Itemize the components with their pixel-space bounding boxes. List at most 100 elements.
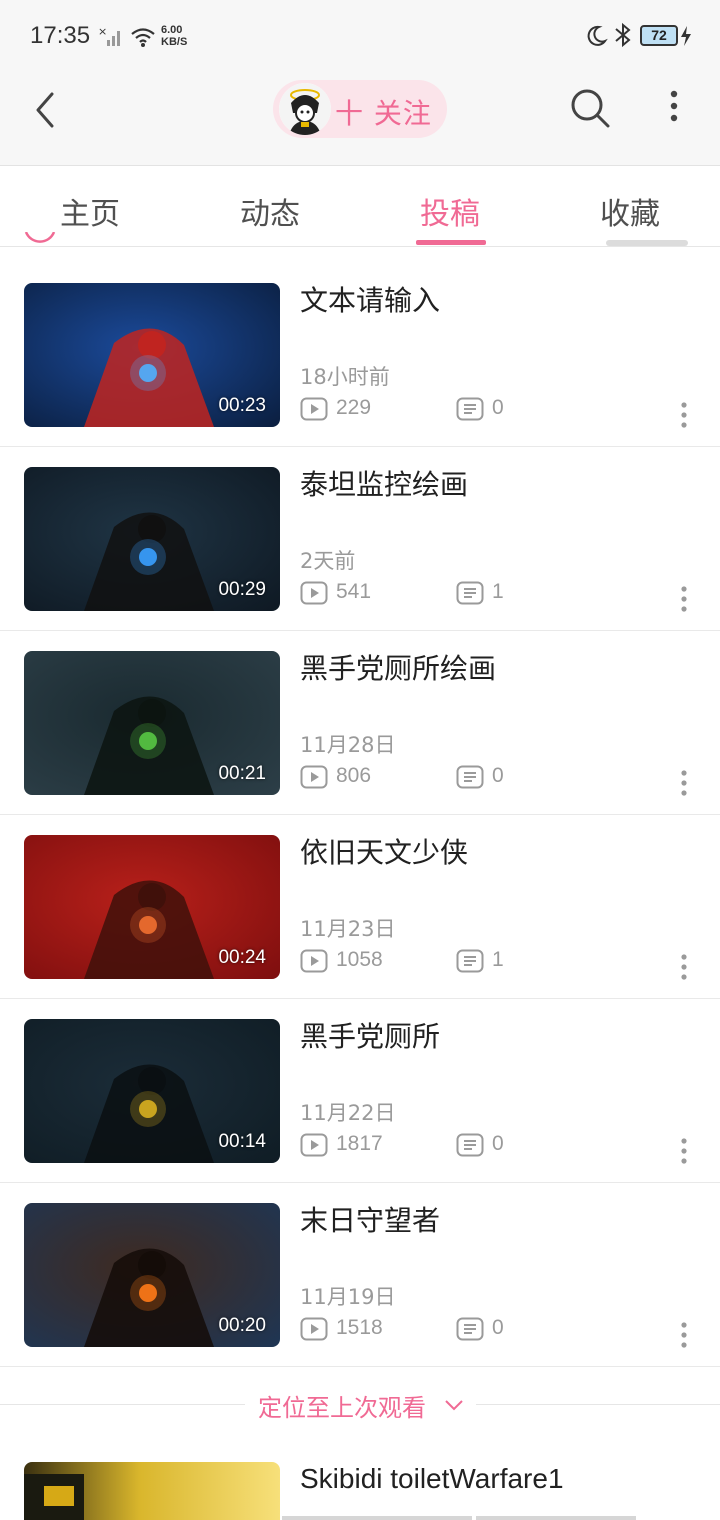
video-thumbnail[interactable]: 00:20 bbox=[24, 1203, 280, 1347]
play-count-icon bbox=[300, 581, 328, 605]
tab-dynamic[interactable]: 动态 bbox=[210, 189, 330, 233]
signal-x-icon: × bbox=[98, 25, 124, 52]
video-duration: 00:20 bbox=[218, 1315, 266, 1336]
video-date: 11月19日 bbox=[300, 1285, 396, 1309]
tab-submissions[interactable]: 投稿 bbox=[390, 189, 510, 233]
more-vertical-icon bbox=[681, 954, 687, 980]
divider-line bbox=[0, 1404, 245, 1405]
comment-count-icon bbox=[456, 765, 484, 789]
item-more-button[interactable] bbox=[678, 1137, 690, 1167]
comment-count-icon bbox=[456, 1317, 484, 1341]
more-vertical-icon bbox=[681, 1138, 687, 1164]
video-list-item[interactable]: 00:20 末日守望者 11月19日 1518 0 bbox=[0, 1183, 720, 1367]
video-title[interactable]: 末日守望者 bbox=[300, 1199, 440, 1239]
item-more-button[interactable] bbox=[678, 585, 690, 615]
more-vertical-icon bbox=[681, 770, 687, 796]
tab-favorites[interactable]: 收藏 bbox=[570, 189, 690, 233]
comment-count-value: 1 bbox=[492, 580, 504, 603]
video-date: 2天前 bbox=[300, 549, 356, 573]
video-duration: 00:21 bbox=[218, 763, 266, 784]
status-time: 17:35 bbox=[30, 22, 91, 49]
video-thumbnail[interactable]: 00:24 bbox=[24, 835, 280, 979]
network-speed-value: 6.00 bbox=[161, 24, 183, 36]
video-duration: 00:14 bbox=[218, 1131, 266, 1152]
video-title[interactable]: 黑手党厕所绘画 bbox=[300, 647, 496, 687]
video-duration: 00:29 bbox=[218, 579, 266, 600]
bluetooth-icon bbox=[612, 22, 634, 52]
search-icon bbox=[571, 89, 610, 128]
play-count-value: 806 bbox=[336, 764, 372, 787]
battery-icon: 72 bbox=[640, 25, 678, 46]
network-speed: 6.00 KB/S bbox=[161, 24, 187, 48]
play-count-icon bbox=[300, 397, 328, 421]
scroll-shadow bbox=[282, 1516, 472, 1520]
item-more-button[interactable] bbox=[678, 953, 690, 983]
item-more-button[interactable] bbox=[678, 1321, 690, 1351]
divider-line bbox=[476, 1404, 720, 1405]
video-date: 11月22日 bbox=[300, 1101, 396, 1125]
play-count-value: 1058 bbox=[336, 948, 383, 971]
more-vertical-icon bbox=[681, 586, 687, 612]
video-thumbnail[interactable]: 00:21 bbox=[24, 651, 280, 795]
wifi-icon bbox=[130, 26, 156, 52]
video-list-item[interactable]: 00:23 文本请输入 18小时前 229 0 bbox=[0, 263, 720, 447]
profile-tabs: 主页 动态 投稿 收藏 bbox=[0, 167, 720, 247]
comment-count-icon bbox=[456, 397, 484, 421]
comment-count-value: 0 bbox=[492, 396, 504, 419]
video-duration: 00:23 bbox=[218, 395, 266, 416]
comment-count-value: 0 bbox=[492, 1316, 504, 1339]
item-more-button[interactable] bbox=[678, 401, 690, 431]
play-count-icon bbox=[300, 949, 328, 973]
comment-count-value: 1 bbox=[492, 948, 504, 971]
video-title[interactable]: 依旧天文少侠 bbox=[300, 831, 468, 871]
video-title[interactable]: 黑手党厕所 bbox=[300, 1015, 440, 1055]
video-date: 11月28日 bbox=[300, 733, 396, 757]
network-speed-unit: KB/S bbox=[161, 36, 188, 48]
comment-count-icon bbox=[456, 949, 484, 973]
video-list-item[interactable]: 00:29 泰坦监控绘画 2天前 541 1 bbox=[0, 447, 720, 631]
active-tab-indicator bbox=[416, 240, 486, 245]
back-button[interactable] bbox=[30, 90, 62, 130]
more-options-button[interactable] bbox=[664, 88, 684, 128]
chevron-down-icon bbox=[444, 1398, 464, 1417]
play-count-value: 1518 bbox=[336, 1316, 383, 1339]
status-bar: 17:35 × 6.00 KB/S 72 bbox=[0, 0, 720, 72]
video-title[interactable]: 泰坦监控绘画 bbox=[300, 463, 468, 503]
video-title[interactable]: Skibidi toiletWarfare1 bbox=[300, 1463, 564, 1495]
follow-button[interactable]: 十 关注 bbox=[273, 80, 447, 138]
video-thumbnail[interactable]: 00:14 bbox=[24, 1019, 280, 1163]
video-list-item[interactable]: 00:14 黑手党厕所 11月22日 1817 0 bbox=[0, 999, 720, 1183]
scroll-shadow bbox=[476, 1516, 636, 1520]
back-arrow-icon bbox=[36, 92, 54, 128]
video-title[interactable]: 文本请输入 bbox=[300, 279, 440, 319]
play-count-value: 541 bbox=[336, 580, 372, 603]
avatar[interactable] bbox=[279, 83, 331, 135]
follow-label: 十 关注 bbox=[335, 97, 432, 130]
video-date: 18小时前 bbox=[300, 365, 390, 389]
item-more-button[interactable] bbox=[678, 769, 690, 799]
charging-bolt-icon bbox=[680, 26, 692, 50]
play-count-icon bbox=[300, 1133, 328, 1157]
play-count-value: 1817 bbox=[336, 1132, 383, 1155]
locate-label: 定位至上次观看 bbox=[258, 1394, 426, 1422]
video-thumbnail[interactable]: 00:23 bbox=[24, 283, 280, 427]
top-app-bar: 十 关注 bbox=[0, 72, 720, 166]
more-vertical-icon bbox=[670, 90, 678, 122]
video-duration: 00:24 bbox=[218, 947, 266, 968]
svg-text:×: × bbox=[98, 26, 107, 38]
locate-last-watched[interactable]: 定位至上次观看 bbox=[0, 1388, 720, 1424]
video-list-item[interactable]: 00:24 依旧天文少侠 11月23日 1058 1 bbox=[0, 815, 720, 999]
play-count-value: 229 bbox=[336, 396, 372, 419]
more-vertical-icon bbox=[681, 1322, 687, 1348]
scrolled-filter-bar bbox=[606, 240, 688, 246]
play-count-icon bbox=[300, 765, 328, 789]
comment-count-value: 0 bbox=[492, 764, 504, 787]
moon-icon bbox=[584, 24, 608, 52]
comment-count-value: 0 bbox=[492, 1132, 504, 1155]
comment-count-icon bbox=[456, 581, 484, 605]
video-thumbnail[interactable]: 00:29 bbox=[24, 467, 280, 611]
search-button[interactable] bbox=[568, 86, 612, 130]
video-list-item[interactable]: 00:21 黑手党厕所绘画 11月28日 806 0 bbox=[0, 631, 720, 815]
tab-home[interactable]: 主页 bbox=[30, 189, 150, 233]
video-thumbnail[interactable] bbox=[24, 1462, 280, 1520]
